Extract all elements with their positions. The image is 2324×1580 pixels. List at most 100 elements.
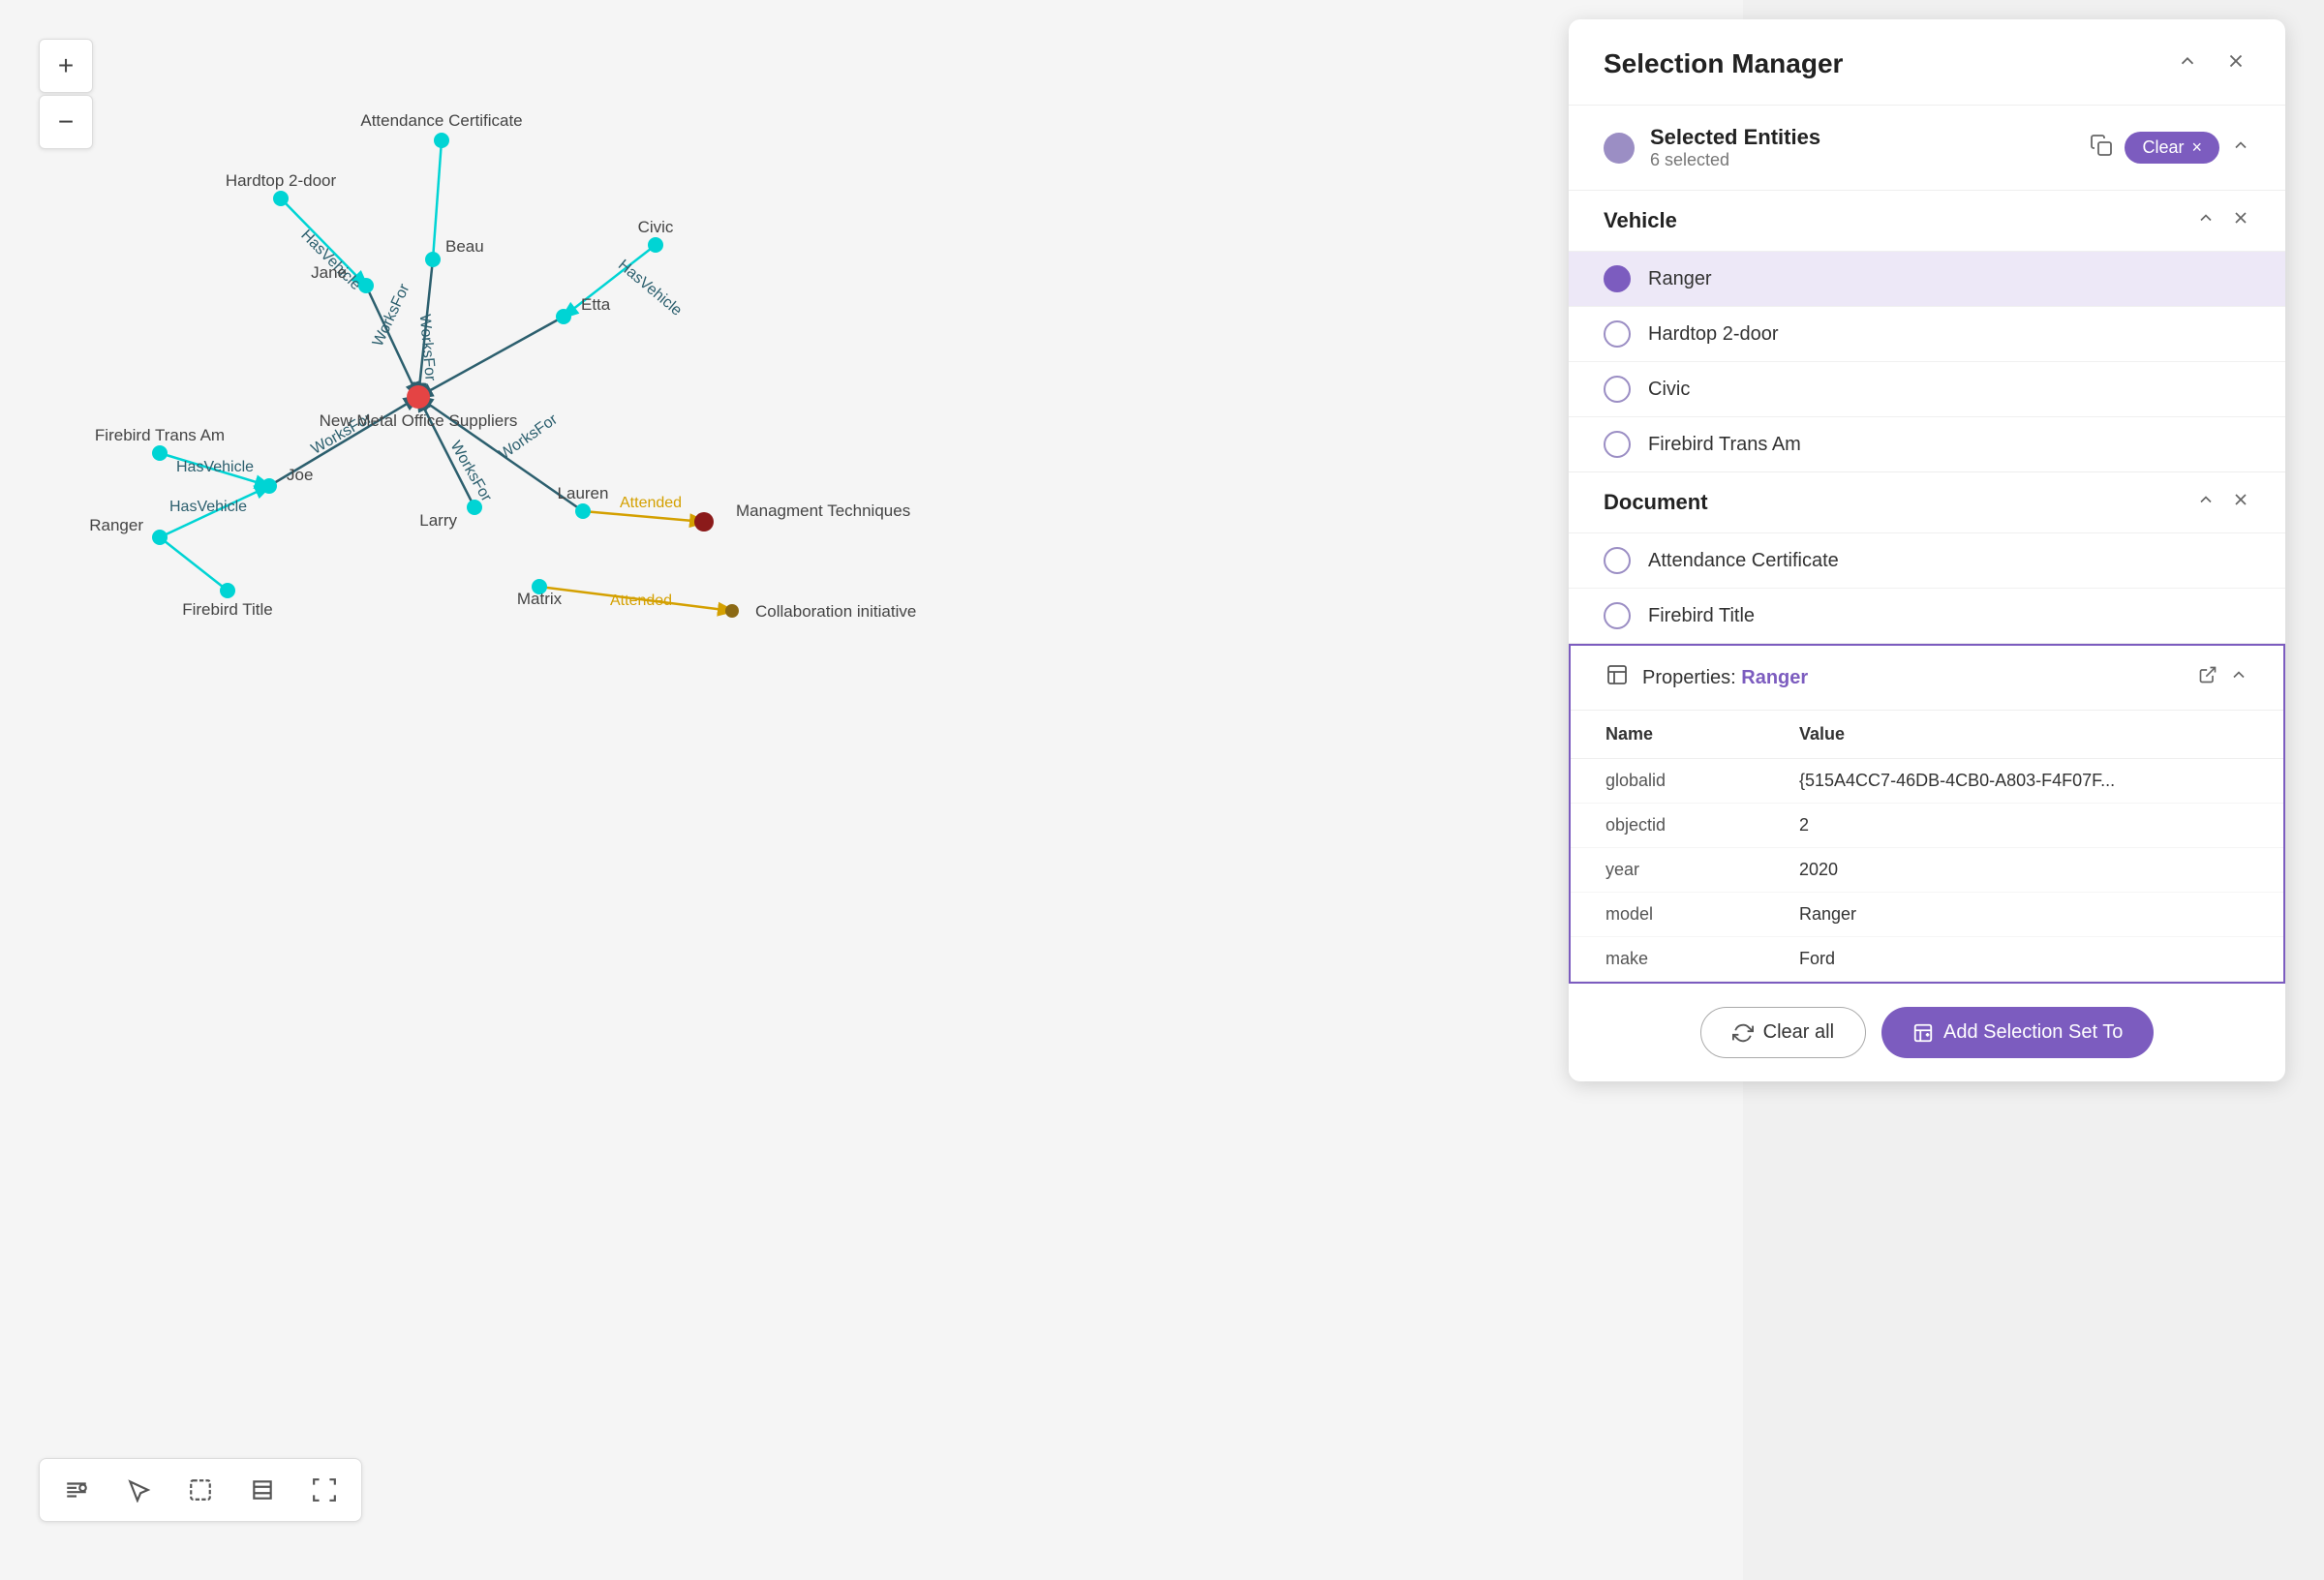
document-collapse-button[interactable] [2196, 490, 2216, 515]
svg-text:Collaboration initiative: Collaboration initiative [755, 602, 916, 621]
svg-text:WorksFor: WorksFor [416, 314, 439, 382]
entity-actions: Clear × [2090, 132, 2250, 164]
vehicle-item-hardtop[interactable]: Hardtop 2-door [1569, 306, 2285, 361]
entities-collapse-button[interactable] [2231, 136, 2250, 161]
prop-row-year: year 2020 [1571, 848, 2283, 893]
properties-table: Name Value globalid {515A4CC7-46DB-4CB0-… [1571, 711, 2283, 982]
vehicle-category-title: Vehicle [1604, 208, 1677, 233]
clear-badge-button[interactable]: Clear × [2125, 132, 2219, 164]
vehicle-close-button[interactable] [2231, 208, 2250, 233]
properties-section: Properties: Ranger Name [1569, 644, 2285, 984]
document-attendance-circle [1604, 547, 1631, 574]
vehicle-category-section: Vehicle Ranger Hardtop 2-door [1569, 191, 2285, 472]
prop-name-year: year [1605, 860, 1799, 880]
panel-header-actions [2173, 46, 2250, 81]
svg-text:Civic: Civic [638, 218, 674, 236]
prop-name-globalid: globalid [1605, 771, 1799, 791]
vehicle-item-civic[interactable]: Civic [1569, 361, 2285, 416]
panel-header: Selection Manager [1569, 19, 2285, 106]
vehicle-civic-circle [1604, 376, 1631, 403]
select-box-icon[interactable] [179, 1469, 222, 1511]
document-category-header: Document [1569, 472, 2285, 532]
document-firebird-title-label: Firebird Title [1648, 605, 1755, 627]
vehicle-firebird-trans-label: Firebird Trans Am [1648, 434, 1801, 456]
prop-row-make: make Ford [1571, 937, 2283, 982]
svg-text:Attended: Attended [620, 495, 682, 511]
bottom-toolbar [39, 1458, 362, 1522]
svg-text:Joe: Joe [287, 466, 313, 484]
svg-text:Managment Techniques: Managment Techniques [736, 501, 910, 520]
svg-text:Lauren: Lauren [558, 484, 609, 502]
svg-text:Attended: Attended [610, 592, 672, 609]
vehicle-ranger-circle [1604, 265, 1631, 292]
vehicle-hardtop-circle [1604, 320, 1631, 348]
properties-collapse-button[interactable] [2229, 665, 2248, 690]
svg-text:Firebird Trans Am: Firebird Trans Am [95, 426, 225, 444]
svg-text:Hardtop 2-door: Hardtop 2-door [226, 171, 337, 190]
vehicle-collapse-button[interactable] [2196, 208, 2216, 233]
properties-header: Properties: Ranger [1571, 646, 2283, 711]
svg-text:Larry: Larry [419, 511, 457, 530]
document-attendance-label: Attendance Certificate [1648, 550, 1839, 572]
svg-text:Ranger: Ranger [89, 516, 143, 534]
vehicle-hardtop-label: Hardtop 2-door [1648, 323, 1779, 346]
prop-value-globalid: {515A4CC7-46DB-4CB0-A803-F4F07F... [1799, 771, 2115, 791]
copy-entities-button[interactable] [2090, 134, 2113, 163]
document-category-actions [2196, 490, 2250, 515]
zoom-in-button[interactable]: + [39, 39, 93, 93]
zoom-out-button[interactable]: − [39, 95, 93, 149]
prop-name-objectid: objectid [1605, 815, 1799, 836]
prop-row-objectid: objectid 2 [1571, 804, 2283, 848]
zoom-controls: + − [39, 39, 93, 149]
graph-canvas[interactable]: WorksFor WorksFor WorksFor WorksFor Work… [0, 0, 1743, 1580]
cursor-icon[interactable] [117, 1469, 160, 1511]
svg-text:HasVehicle: HasVehicle [169, 499, 247, 515]
panel-collapse-button[interactable] [2173, 46, 2202, 81]
properties-external-link-button[interactable] [2198, 665, 2217, 690]
prop-row-model: model Ranger [1571, 893, 2283, 937]
vehicle-item-ranger[interactable]: Ranger [1569, 251, 2285, 306]
prop-row-globalid: globalid {515A4CC7-46DB-4CB0-A803-F4F07F… [1571, 759, 2283, 804]
svg-text:New Metal Office Suppliers: New Metal Office Suppliers [320, 411, 518, 430]
clear-all-label: Clear all [1763, 1021, 1834, 1044]
document-item-attendance[interactable]: Attendance Certificate [1569, 532, 2285, 588]
add-selection-set-button[interactable]: Add Selection Set To [1881, 1007, 2154, 1058]
prop-header-value: Value [1799, 724, 1845, 744]
properties-header-buttons [2198, 665, 2248, 690]
svg-text:Jane: Jane [311, 263, 347, 282]
svg-text:Attendance Certificate: Attendance Certificate [360, 111, 522, 130]
prop-name-model: model [1605, 904, 1799, 925]
svg-text:WorksFor: WorksFor [447, 439, 496, 505]
vehicle-item-firebird-trans[interactable]: Firebird Trans Am [1569, 416, 2285, 471]
add-selection-label: Add Selection Set To [1943, 1021, 2123, 1044]
svg-text:HasVehicle: HasVehicle [615, 257, 685, 319]
document-category-title: Document [1604, 490, 1708, 515]
entity-info: Selected Entities 6 selected [1650, 125, 2074, 170]
vehicle-category-actions [2196, 208, 2250, 233]
svg-text:Beau: Beau [445, 237, 484, 256]
document-close-button[interactable] [2231, 490, 2250, 515]
expand-icon[interactable] [303, 1469, 346, 1511]
document-firebird-title-circle [1604, 602, 1631, 629]
prop-value-model: Ranger [1799, 904, 1856, 925]
panel-close-button[interactable] [2221, 46, 2250, 81]
svg-text:HasVehicle: HasVehicle [176, 459, 254, 475]
properties-title: Properties: Ranger [1642, 667, 2185, 689]
vehicle-firebird-trans-circle [1604, 431, 1631, 458]
prop-header-name: Name [1605, 724, 1799, 744]
properties-table-header: Name Value [1571, 711, 2283, 759]
vehicle-civic-label: Civic [1648, 379, 1690, 401]
list-icon[interactable] [55, 1469, 98, 1511]
properties-prefix: Properties: [1642, 667, 1741, 688]
document-item-firebird-title[interactable]: Firebird Title [1569, 588, 2285, 643]
frame-icon[interactable] [241, 1469, 284, 1511]
document-category-section: Document Attendance Certificate Fi [1569, 472, 2285, 644]
entity-title: Selected Entities [1650, 125, 2074, 150]
prop-value-year: 2020 [1799, 860, 1838, 880]
svg-text:HasVehicle: HasVehicle [297, 227, 364, 293]
clear-all-button[interactable]: Clear all [1700, 1007, 1866, 1058]
vehicle-category-header: Vehicle [1569, 191, 2285, 251]
vehicle-ranger-label: Ranger [1648, 268, 1712, 290]
svg-text:Firebird Title: Firebird Title [182, 600, 273, 619]
prop-value-make: Ford [1799, 949, 1835, 969]
